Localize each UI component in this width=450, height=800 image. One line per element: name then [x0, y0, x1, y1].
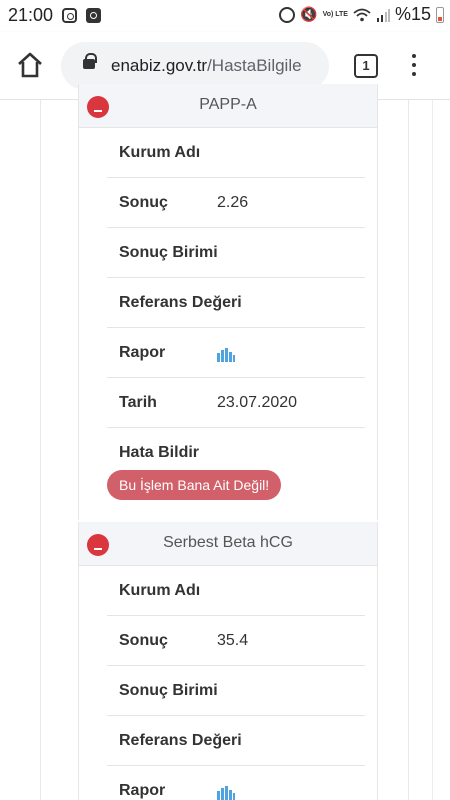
- result-card-header[interactable]: PAPP-A: [79, 84, 377, 128]
- result-row-hata: Hata Bildir Bu İşlem Bana Ait Değil!: [107, 428, 365, 520]
- result-row-birim: Sonuç Birimi: [107, 228, 365, 278]
- label-birim: Sonuç Birimi: [119, 244, 218, 261]
- instagram-icon: [62, 8, 77, 23]
- label-sonuc: Sonuç: [119, 632, 168, 649]
- result-card: PAPP-A Kurum Adı Sonuç 2.26 Sonuç Birimi…: [78, 84, 378, 520]
- label-kurum: Kurum Adı: [119, 144, 201, 161]
- result-row-sonuc: Sonuç 35.4: [107, 616, 365, 666]
- label-birim: Sonuç Birimi: [119, 682, 218, 699]
- battery-icon: [436, 6, 444, 23]
- frame-divider: [432, 100, 433, 800]
- frame-divider: [408, 100, 409, 800]
- frame-divider: [40, 100, 41, 800]
- label-hata: Hata Bildir: [119, 444, 200, 461]
- result-title: Serbest Beta hCG: [163, 534, 293, 551]
- app-notification-icon: [86, 8, 101, 23]
- home-icon[interactable]: [16, 52, 44, 78]
- result-row-kurum: Kurum Adı: [107, 128, 365, 178]
- url-text[interactable]: enabiz.gov.tr/HastaBilgile: [111, 56, 302, 76]
- mute-icon: 🔇: [300, 6, 318, 22]
- value-sonuc: 35.4: [217, 632, 249, 649]
- result-card: Serbest Beta hCG Kurum Adı Sonuç 35.4 So…: [78, 522, 378, 800]
- status-bar: 21:00 🔇 Vo) LTE %15: [0, 0, 450, 32]
- value-sonuc: 2.26: [217, 194, 249, 211]
- label-rapor: Rapor: [119, 344, 166, 361]
- result-row-birim: Sonuç Birimi: [107, 666, 365, 716]
- alarm-icon: [279, 6, 296, 23]
- status-time: 21:00: [8, 5, 54, 25]
- result-row-sonuc: Sonuç 2.26: [107, 178, 365, 228]
- label-kurum: Kurum Adı: [119, 582, 201, 599]
- signal-icon: [376, 8, 390, 22]
- more-vert-icon[interactable]: [408, 52, 420, 80]
- result-row-rapor: Rapor: [107, 766, 365, 800]
- label-referans: Referans Değeri: [119, 294, 242, 311]
- bar-chart-icon[interactable]: [217, 346, 235, 362]
- result-row-kurum: Kurum Adı: [107, 566, 365, 616]
- label-referans: Referans Değeri: [119, 732, 242, 749]
- result-row-referans: Referans Değeri: [107, 716, 365, 766]
- address-bar[interactable]: enabiz.gov.tr/HastaBilgile: [61, 42, 329, 90]
- volte-icon: Vo) LTE: [322, 10, 348, 18]
- label-sonuc: Sonuç: [119, 194, 168, 211]
- report-error-button[interactable]: Bu İşlem Bana Ait Değil!: [107, 470, 282, 500]
- battery-percent: %15: [394, 4, 431, 24]
- url-domain: enabiz.gov.tr: [111, 56, 208, 75]
- result-title: PAPP-A: [199, 96, 257, 113]
- url-path: /HastaBilgile: [207, 56, 302, 75]
- lock-icon: [83, 53, 97, 69]
- result-row-referans: Referans Değeri: [107, 278, 365, 328]
- label-tarih: Tarih: [119, 394, 157, 411]
- wifi-icon: [353, 8, 371, 21]
- label-rapor: Rapor: [119, 782, 166, 799]
- value-tarih: 23.07.2020: [217, 394, 298, 411]
- result-card-header[interactable]: Serbest Beta hCG: [79, 522, 377, 566]
- result-row-tarih: Tarih 23.07.2020: [107, 378, 365, 428]
- status-icons: 🔇 Vo) LTE %15: [279, 4, 444, 25]
- bar-chart-icon[interactable]: [217, 784, 235, 800]
- tab-switcher-button[interactable]: 1: [354, 54, 378, 78]
- result-row-rapor: Rapor: [107, 328, 365, 378]
